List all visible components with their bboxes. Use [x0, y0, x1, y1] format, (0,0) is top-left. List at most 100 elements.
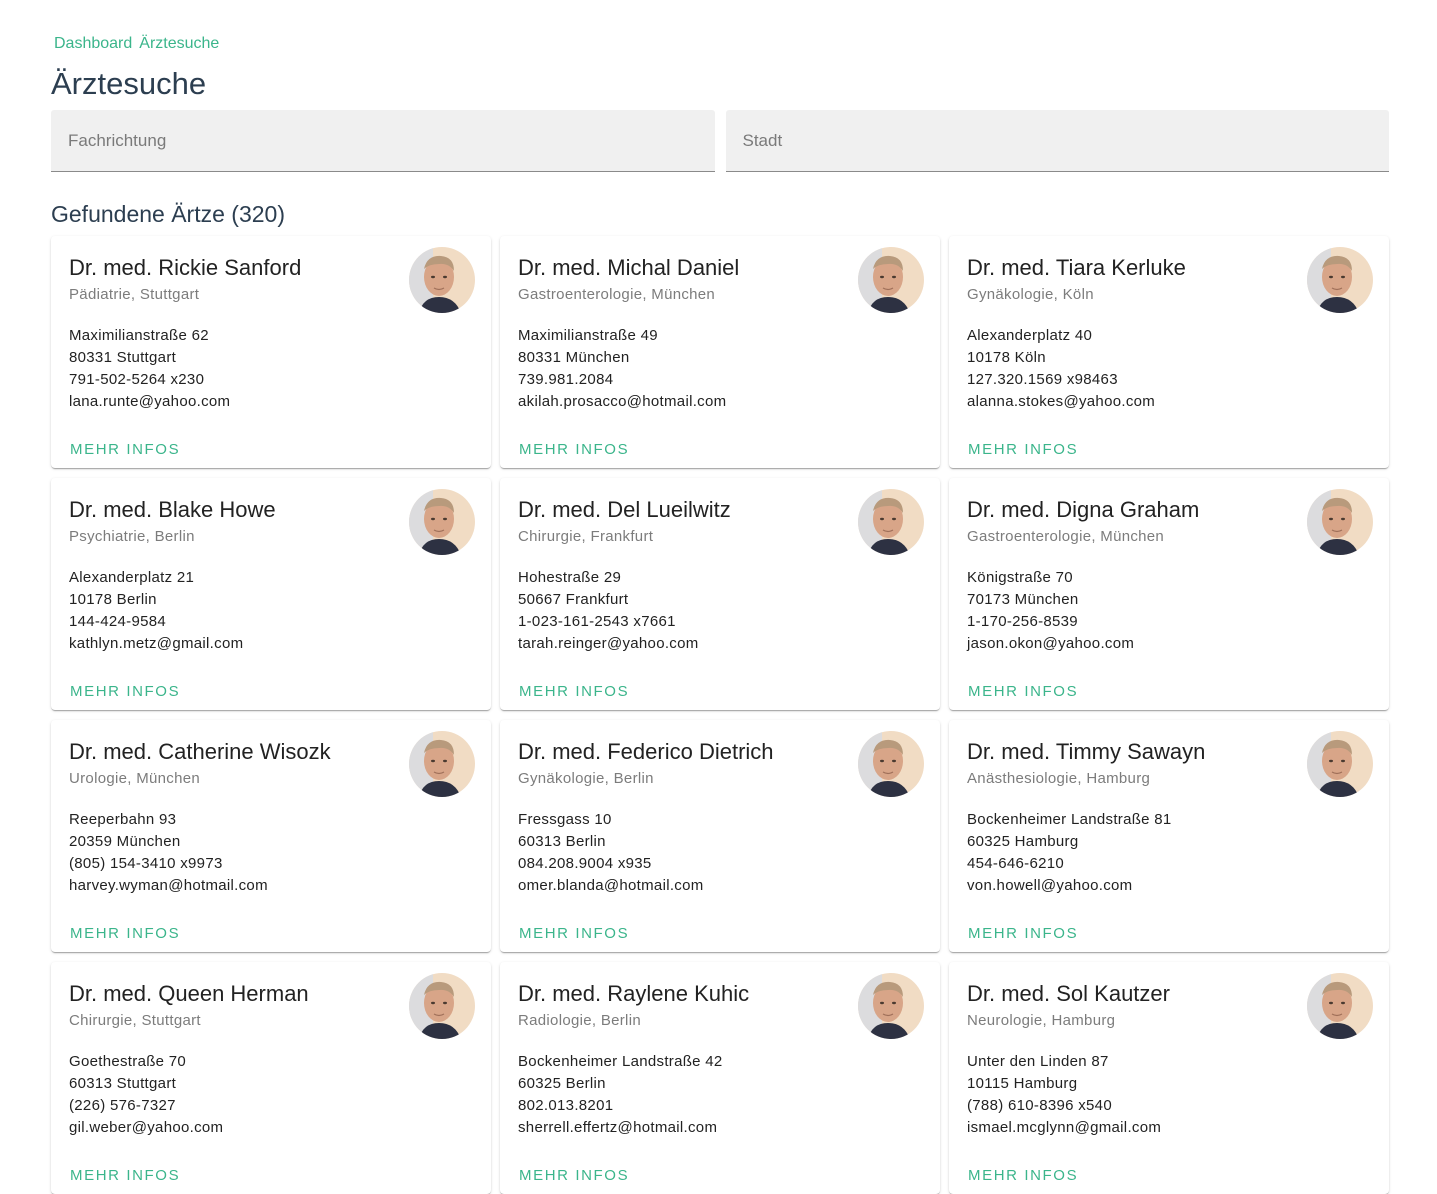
doctor-postal-city: 10115 Hamburg	[967, 1075, 1078, 1092]
doctor-email: sherrell.effertz@hotmail.com	[518, 1119, 718, 1136]
doctor-specialty-city: Gastroenterologie, München	[967, 528, 1165, 545]
doctor-specialty-city: Pädiatrie, Stuttgart	[69, 286, 200, 303]
doctor-phone: (788) 610-8396 x540	[967, 1097, 1112, 1114]
more-info-button[interactable]: MEHR INFOS	[959, 680, 1087, 704]
more-info-button[interactable]: MEHR INFOS	[61, 438, 189, 462]
doctor-phone: 1-170-256-8539	[967, 613, 1078, 630]
doctor-email: lana.runte@yahoo.com	[69, 393, 231, 410]
doctor-name: Dr. med. Digna Graham	[967, 497, 1200, 522]
avatar-portrait-icon	[858, 731, 924, 797]
page-title: Ärztesuche	[51, 66, 207, 101]
city-field[interactable]	[725, 110, 1389, 172]
specialty-input[interactable]	[51, 110, 715, 171]
doctor-card: Dr. med. Tiara Kerluke Gynäkologie, Köln…	[949, 236, 1389, 468]
doctor-email: harvey.wyman@hotmail.com	[69, 877, 268, 894]
doctor-email: alanna.stokes@yahoo.com	[967, 393, 1156, 410]
doctor-name: Dr. med. Blake Howe	[69, 497, 276, 522]
avatar-portrait-icon	[409, 489, 475, 555]
avatar-portrait-icon	[1307, 973, 1373, 1039]
doctor-card: Dr. med. Rickie Sanford Pädiatrie, Stutt…	[51, 236, 491, 468]
doctor-contact: Fressgass 10 60313 Berlin 084.208.9004 x…	[518, 809, 704, 897]
doctor-contact: Alexanderplatz 40 10178 Köln 127.320.156…	[967, 325, 1155, 413]
avatar-portrait-icon	[858, 247, 924, 313]
avatar	[858, 489, 924, 555]
more-info-button[interactable]: MEHR INFOS	[959, 922, 1087, 946]
doctor-postal-city: 60313 Berlin	[518, 833, 606, 850]
breadcrumb: Dashboard Ärztesuche	[54, 35, 219, 53]
doctor-card: Dr. med. Michal Daniel Gastroenterologie…	[500, 236, 940, 468]
doctor-street: Maximilianstraße 62	[69, 327, 209, 344]
avatar-portrait-icon	[409, 973, 475, 1039]
doctor-specialty-city: Neurologie, Hamburg	[967, 1012, 1116, 1029]
doctor-phone: (226) 576-7327	[69, 1097, 176, 1114]
avatar-portrait-icon	[1307, 489, 1373, 555]
doctor-postal-city: 60325 Berlin	[518, 1075, 606, 1092]
more-info-button[interactable]: MEHR INFOS	[510, 922, 638, 946]
avatar	[1307, 973, 1373, 1039]
doctor-contact: Maximilianstraße 62 80331 Stuttgart 791-…	[69, 325, 230, 413]
results-title: Gefundene Ärtze (320)	[51, 201, 285, 227]
specialty-field[interactable]	[51, 110, 715, 172]
doctor-card: Dr. med. Timmy Sawayn Anästhesiologie, H…	[949, 720, 1389, 952]
doctor-postal-city: 60325 Hamburg	[967, 833, 1079, 850]
doctor-postal-city: 60313 Stuttgart	[69, 1075, 177, 1092]
doctor-email: omer.blanda@hotmail.com	[518, 877, 704, 894]
doctor-specialty-city: Urologie, München	[69, 770, 201, 787]
doctor-specialty-city: Chirurgie, Frankfurt	[518, 528, 654, 545]
doctor-phone: 791-502-5264 x230	[69, 371, 205, 388]
breadcrumb-dashboard-link[interactable]: Dashboard	[54, 35, 132, 53]
doctor-email: ismael.mcglynn@gmail.com	[967, 1119, 1162, 1136]
doctor-specialty-city: Chirurgie, Stuttgart	[69, 1012, 201, 1029]
avatar	[858, 247, 924, 313]
doctor-card: Dr. med. Federico Dietrich Gynäkologie, …	[500, 720, 940, 952]
doctor-postal-city: 80331 Stuttgart	[69, 349, 177, 366]
doctor-phone: 1-023-161-2543 x7661	[518, 613, 676, 630]
doctor-card: Dr. med. Raylene Kuhic Radiologie, Berli…	[500, 962, 940, 1194]
doctor-card: Dr. med. Sol Kautzer Neurologie, Hamburg…	[949, 962, 1389, 1194]
more-info-button[interactable]: MEHR INFOS	[61, 1164, 189, 1188]
doctor-specialty-city: Gynäkologie, Berlin	[518, 770, 654, 787]
more-info-button[interactable]: MEHR INFOS	[61, 922, 189, 946]
doctor-specialty-city: Radiologie, Berlin	[518, 1012, 641, 1029]
avatar	[409, 489, 475, 555]
doctor-street: Alexanderplatz 40	[967, 327, 1093, 344]
more-info-button[interactable]: MEHR INFOS	[959, 438, 1087, 462]
avatar	[1307, 731, 1373, 797]
doctor-name: Dr. med. Queen Herman	[69, 981, 309, 1006]
avatar-portrait-icon	[1307, 731, 1373, 797]
doctor-card: Dr. med. Queen Herman Chirurgie, Stuttga…	[51, 962, 491, 1194]
avatar	[1307, 489, 1373, 555]
more-info-button[interactable]: MEHR INFOS	[510, 438, 638, 462]
city-input[interactable]	[725, 110, 1389, 171]
more-info-button[interactable]: MEHR INFOS	[510, 680, 638, 704]
doctor-contact: Unter den Linden 87 10115 Hamburg (788) …	[967, 1051, 1161, 1139]
doctor-email: akilah.prosacco@hotmail.com	[518, 393, 727, 410]
doctor-postal-city: 10178 Köln	[967, 349, 1046, 366]
more-info-button[interactable]: MEHR INFOS	[510, 1164, 638, 1188]
doctor-street: Hohestraße 29	[518, 569, 622, 586]
more-info-button[interactable]: MEHR INFOS	[959, 1164, 1087, 1188]
doctor-name: Dr. med. Michal Daniel	[518, 255, 740, 280]
doctor-email: kathlyn.metz@gmail.com	[69, 635, 244, 652]
doctor-contact: Bockenheimer Landstraße 42 60325 Berlin …	[518, 1051, 723, 1139]
avatar	[1307, 247, 1373, 313]
doctor-card: Dr. med. Del Lueilwitz Chirurgie, Frankf…	[500, 478, 940, 710]
doctor-postal-city: 80331 München	[518, 349, 630, 366]
more-info-button[interactable]: MEHR INFOS	[61, 680, 189, 704]
doctor-phone: 739.981.2084	[518, 371, 614, 388]
doctor-postal-city: 70173 München	[967, 591, 1079, 608]
doctor-name: Dr. med. Catherine Wisozk	[69, 739, 331, 764]
doctor-street: Bockenheimer Landstraße 42	[518, 1053, 723, 1070]
doctor-email: tarah.reinger@yahoo.com	[518, 635, 699, 652]
breadcrumb-aerztesuche-link[interactable]: Ärztesuche	[139, 35, 219, 53]
doctor-street: Alexanderplatz 21	[69, 569, 195, 586]
doctor-phone: 802.013.8201	[518, 1097, 614, 1114]
doctor-card: Dr. med. Digna Graham Gastroenterologie,…	[949, 478, 1389, 710]
doctor-contact: Königstraße 70 70173 München 1-170-256-8…	[967, 567, 1134, 655]
doctor-contact: Alexanderplatz 21 10178 Berlin 144-424-9…	[69, 567, 243, 655]
doctor-card: Dr. med. Blake Howe Psychiatrie, Berlin …	[51, 478, 491, 710]
doctor-postal-city: 10178 Berlin	[69, 591, 157, 608]
avatar-portrait-icon	[858, 973, 924, 1039]
doctor-phone: (805) 154-3410 x9973	[69, 855, 223, 872]
doctor-contact: Bockenheimer Landstraße 81 60325 Hamburg…	[967, 809, 1172, 897]
